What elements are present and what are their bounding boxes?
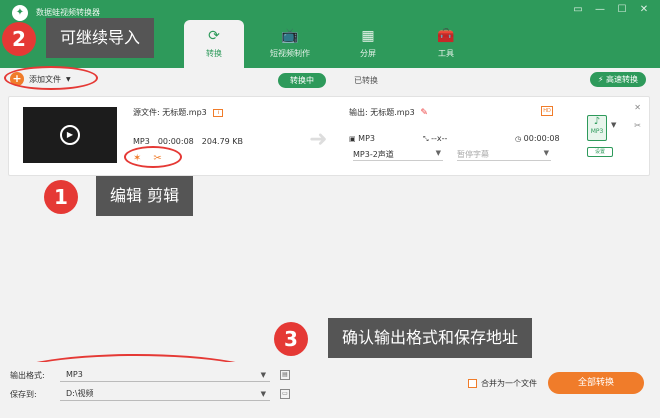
output-file-name: 无标题.mp3 (370, 108, 415, 117)
chevron-down-icon: ▼ (435, 149, 441, 157)
source-meta: MP3 00:00:08 204.79 KB (133, 137, 243, 146)
format-icon-text: MP3 (590, 128, 604, 135)
app-title: 数据蛙视频转换器 (36, 8, 100, 17)
chevron-down-icon: ▼ (260, 371, 266, 379)
tab-short-video[interactable]: 📺 短视频制作 (260, 20, 320, 68)
window-controls: ▭ — ☐ ✕ (572, 4, 650, 15)
output-file-line: 输出: 无标题.mp3 ✎ (349, 107, 428, 118)
bottom-bar: 输出格式: MP3 ▼ ▤ 保存到: D:\视频 ▼ ▭ 合并为一个文件 全部转… (0, 362, 660, 418)
chevron-down-icon[interactable]: ▼ (611, 121, 616, 129)
step-number-2: 2 (2, 22, 36, 56)
save-to-select[interactable]: D:\视频 ▼ (60, 387, 270, 401)
video-thumbnail[interactable]: ▶ (23, 107, 117, 163)
toolbar: + 添加文件 ▼ 转换中 已转换 ⚡ 高速转换 (0, 68, 660, 92)
source-file-name: 无标题.mp3 (162, 108, 207, 117)
highlight-ring-add-file (4, 66, 98, 90)
output-meta: ▣ MP3 ⤡ --x-- ◷ 00:00:08 (349, 134, 560, 144)
bolt-icon: ⚡ (597, 75, 604, 84)
output-format-value: MP3 (66, 370, 83, 379)
settings-button[interactable]: 设置 (587, 147, 613, 157)
source-duration: 00:00:08 (157, 137, 194, 146)
output-format-label: 输出格式: (10, 371, 45, 380)
clock-icon: ◷ (515, 135, 522, 143)
save-to-label: 保存到: (10, 390, 37, 399)
step-number-3: 3 (274, 322, 308, 356)
arrow-right-icon: ➜ (309, 127, 328, 152)
tab-tools[interactable]: 🧰 工具 (416, 20, 476, 68)
tab-label: 工具 (438, 49, 454, 58)
step-number-1: 1 (44, 180, 78, 214)
fast-convert-button[interactable]: ⚡ 高速转换 (589, 72, 646, 87)
chevron-down-icon: ▼ (260, 390, 266, 398)
toolbox-icon: 🧰 (437, 28, 455, 44)
callout-two: 可继续导入 (46, 18, 155, 58)
split-screen-icon: ▦ (361, 28, 375, 44)
file-icon: ▣ (349, 135, 356, 143)
callout-three: 确认输出格式和保存地址 (328, 318, 533, 358)
tab-converted[interactable]: 已转换 (342, 73, 390, 88)
tab-split-screen[interactable]: ▦ 分屏 (338, 20, 398, 68)
output-duration-group: ◷ 00:00:08 (515, 134, 560, 144)
fast-convert-label: 高速转换 (606, 75, 638, 84)
convert-all-button[interactable]: 全部转换 (548, 372, 644, 394)
audio-channel-select[interactable]: MP3-2声道 ▼ (353, 149, 443, 161)
chevron-down-icon: ▼ (543, 149, 549, 157)
output-label: 输出: (349, 108, 368, 117)
feedback-icon[interactable]: ▭ (572, 4, 584, 15)
output-format: MP3 (358, 134, 375, 143)
merge-label: 合并为一个文件 (481, 379, 537, 388)
close-icon[interactable]: ✕ (638, 4, 650, 15)
pencil-icon[interactable]: ✎ (420, 108, 428, 118)
output-resolution: --x-- (431, 134, 448, 143)
music-note-icon: ♪ (593, 116, 601, 127)
audio-channel-value: MP3-2声道 (353, 150, 394, 159)
subtitle-value: 暂停字幕 (457, 150, 489, 159)
source-size: 204.79 KB (201, 137, 244, 146)
tab-convert[interactable]: ⟳ 转换 (184, 20, 244, 68)
source-file-line: 源文件: 无标题.mp3 i (133, 107, 224, 118)
output-format-select[interactable]: MP3 ▼ (60, 368, 270, 382)
source-label: 源文件: (133, 108, 160, 117)
tab-label: 短视频制作 (270, 49, 310, 58)
format-settings-icon[interactable]: ▤ (280, 370, 290, 380)
output-quality-badge-icon[interactable]: HD (541, 106, 553, 116)
subtitle-select[interactable]: 暂停字幕 ▼ (457, 149, 551, 161)
maximize-icon[interactable]: ☐ (616, 4, 628, 15)
merge-option[interactable]: 合并为一个文件 (468, 378, 537, 389)
minimize-icon[interactable]: — (594, 4, 606, 15)
close-icon[interactable]: ✕ (634, 103, 641, 112)
folder-icon[interactable]: ▭ (280, 389, 290, 399)
callout-one: 编辑 剪辑 (96, 176, 194, 216)
tab-converting[interactable]: 转换中 (278, 73, 326, 88)
convert-icon: ⟳ (208, 28, 220, 44)
app-logo-icon: ✦ (12, 5, 28, 21)
tab-label: 分屏 (360, 49, 376, 58)
resize-icon: ⤡ (423, 135, 429, 143)
tab-label: 转换 (206, 49, 222, 58)
status-tabs: 转换中 已转换 (278, 73, 390, 88)
format-picker-icon[interactable]: ♪ MP3 (587, 115, 607, 141)
output-resolution-group: ⤡ --x-- (423, 134, 515, 144)
highlight-ring-edit-tools (124, 146, 182, 168)
tv-icon: 📺 (281, 28, 299, 44)
info-icon[interactable]: i (213, 108, 224, 117)
play-icon[interactable]: ▶ (60, 125, 80, 145)
output-format-group: ▣ MP3 (349, 134, 423, 144)
clip-icon[interactable]: ✂ (634, 121, 641, 130)
source-format: MP3 (133, 137, 150, 146)
output-duration: 00:00:08 (523, 134, 560, 143)
merge-checkbox[interactable] (468, 379, 477, 388)
file-card: ▶ 源文件: 无标题.mp3 i MP3 00:00:08 204.79 KB … (8, 96, 650, 176)
save-to-value: D:\视频 (66, 389, 94, 398)
